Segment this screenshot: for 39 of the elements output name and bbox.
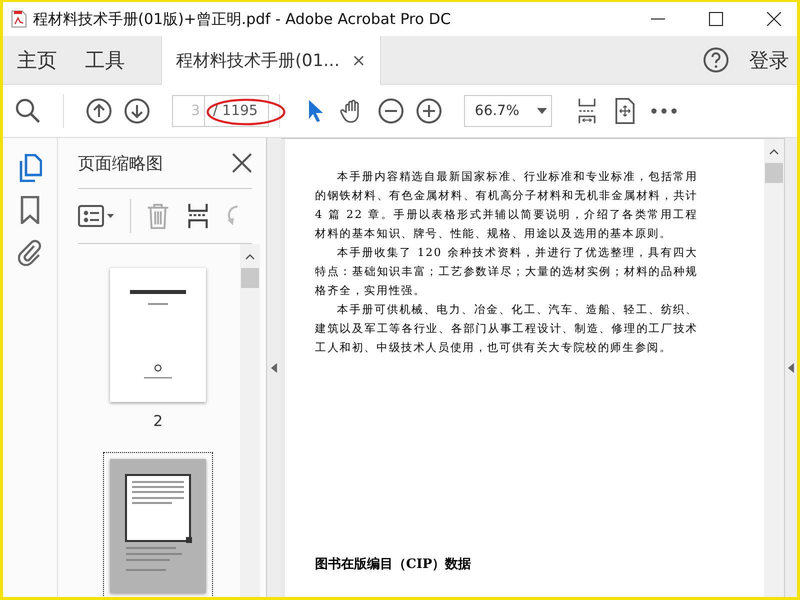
- window-title: 程材料技术手册(01版)+曾正明.pdf - Adobe Acrobat Pro DC: [33, 10, 451, 28]
- paperclip-icon[interactable]: [18, 238, 42, 266]
- bookmark-icon[interactable]: [18, 196, 42, 224]
- more-icon[interactable]: [650, 108, 678, 114]
- pdf-file-icon: [11, 10, 27, 28]
- zoom-out-icon[interactable]: [378, 98, 404, 124]
- maximize-icon[interactable]: [709, 12, 723, 26]
- tab-title: 程材料技术手册(01...: [176, 50, 340, 72]
- panel-title: 页面缩略图: [78, 152, 163, 174]
- body-paragraph: 本手册内容精选自最新国家标准、行业标准和专业标准，包括常用的钢铁材料、有色金属材料、有机高分子材料和无机非金属材料，共计 4 篇 22 章。手册以表格形式并辅以简要说明，介绍了各类常用工程材料的基本知识、牌号、性能、规格、用途以及选用的基本原则。: [315, 169, 698, 242]
- body-paragraph: 本手册收集了 120 余种技术资料，并进行了优选整理，具有四大特点：基础知识丰富；工艺参数详尽；大量的选材实例；材料的品种规格齐全，实用性强。: [315, 245, 698, 299]
- zoom-in-icon[interactable]: [416, 98, 442, 124]
- tab-close-button[interactable]: ×: [352, 50, 366, 70]
- page-total: / 1195: [204, 95, 269, 127]
- page-number-label: 2: [153, 412, 163, 430]
- search-icon[interactable]: [15, 98, 41, 124]
- scrollbar-thumb[interactable]: [241, 268, 259, 288]
- expand-panel-icon[interactable]: [788, 362, 794, 372]
- document-tab[interactable]: 程材料技术手册(01... ×: [161, 36, 381, 85]
- collapse-panel-icon[interactable]: [271, 362, 277, 372]
- zoom-dropdown[interactable]: 66.7%: [464, 95, 552, 127]
- sign-in-link[interactable]: 登录: [749, 46, 789, 74]
- scroll-up-icon[interactable]: [245, 254, 255, 260]
- options-icon[interactable]: [78, 205, 116, 227]
- pages-icon[interactable]: [18, 154, 42, 182]
- nav-tab[interactable]: 工具: [71, 36, 139, 84]
- nav-tab[interactable]: 主页: [3, 36, 71, 84]
- close-icon[interactable]: [232, 153, 252, 173]
- previous-page-icon[interactable]: [86, 98, 112, 124]
- scroll-up-icon[interactable]: [769, 149, 779, 155]
- help-icon[interactable]: [703, 47, 729, 73]
- page-thumbnail[interactable]: [103, 452, 213, 597]
- page-thumbnail[interactable]: 2: [108, 266, 208, 432]
- caret-icon: [537, 108, 548, 114]
- section-heading: 图书在版编目（CIP）数据: [315, 556, 472, 573]
- close-icon[interactable]: [767, 12, 781, 26]
- scrollbar-thumb[interactable]: [765, 163, 783, 183]
- next-page-icon[interactable]: [124, 98, 150, 124]
- body-paragraph: 本手册可供机械、电力、冶金、化工、汽车、造船、轻工、纺织、建筑以及军工等各行业、各部门从事工程设计、制造、修理的工厂技术工人和初、中级技术人员使用，也可供有关大专院校的师生参阅。: [315, 302, 698, 356]
